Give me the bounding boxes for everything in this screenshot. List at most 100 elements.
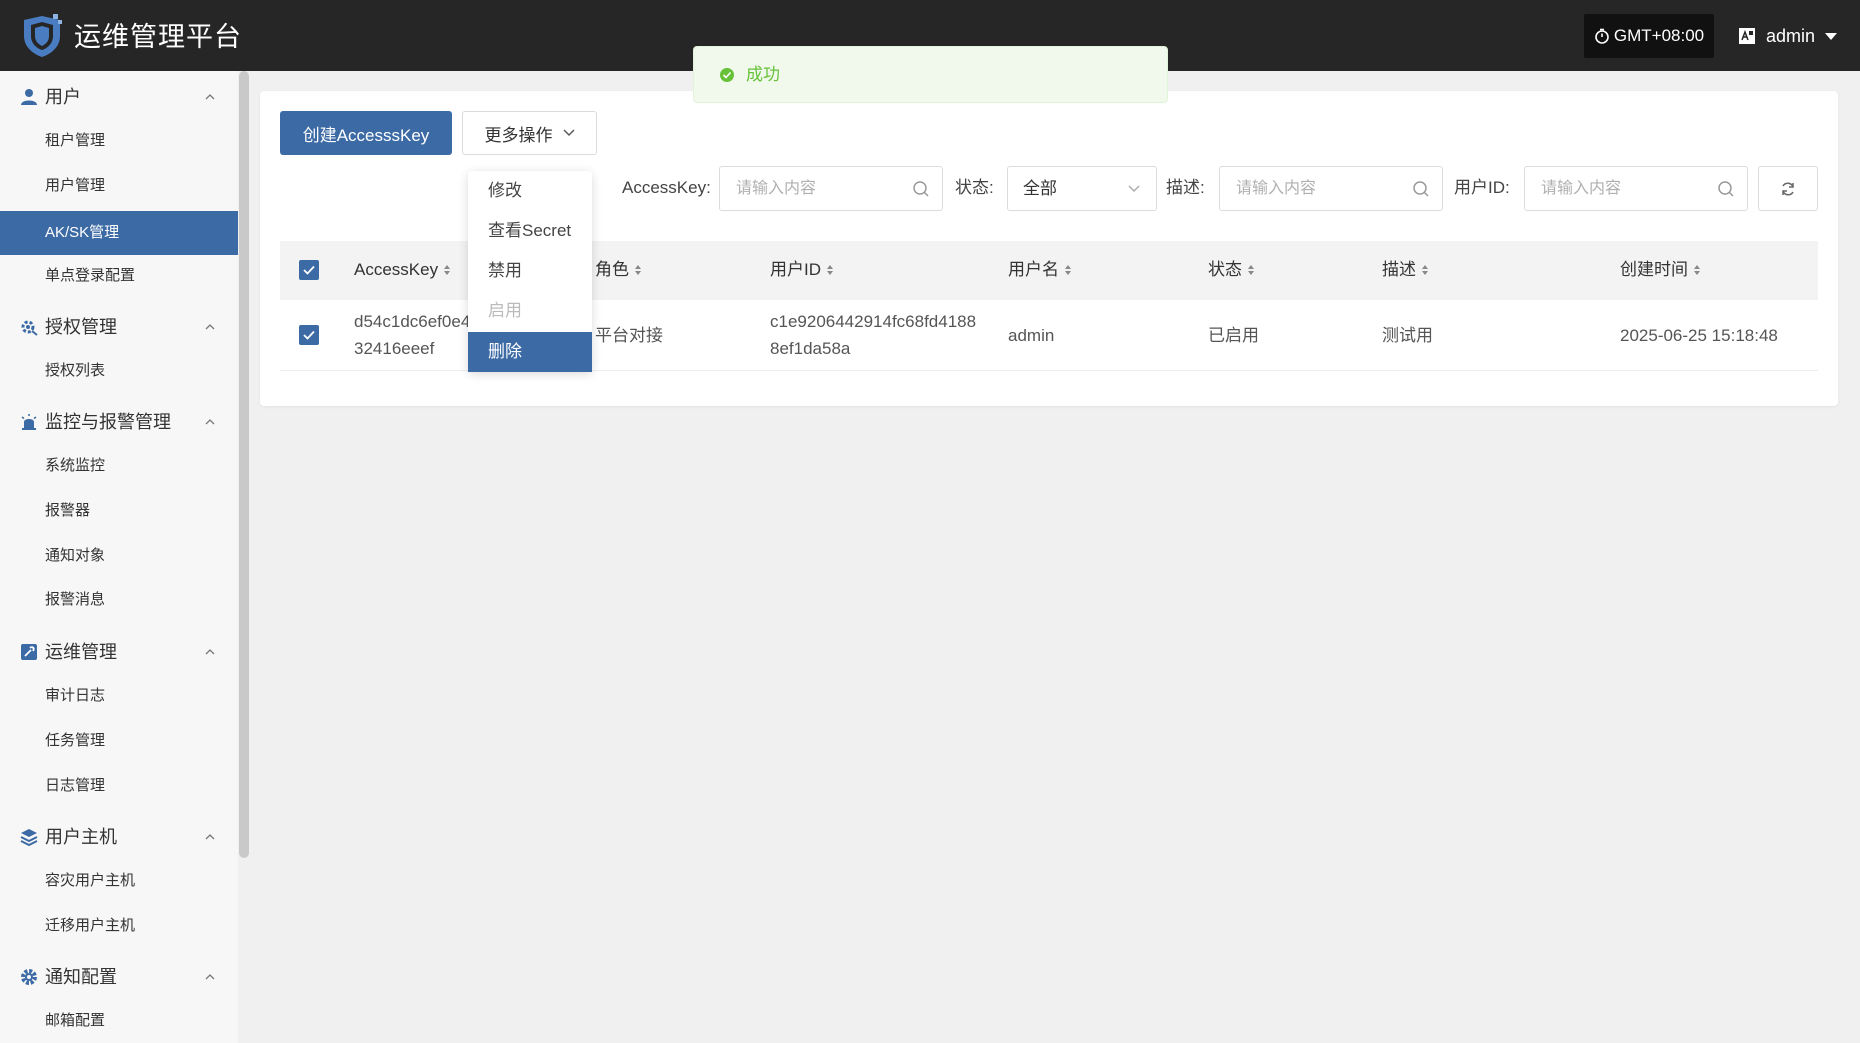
column-header-username[interactable]: 用户名 [1008,258,1072,282]
sidebar-item-audit-log[interactable]: 审计日志 [0,674,238,718]
accesskey-line1: d54c1dc6ef0e4 [354,312,471,331]
menu-item-disable[interactable]: 禁用 [468,251,592,291]
sidebar-item-label: 报警器 [45,502,91,519]
maintenance-icon [21,644,37,660]
username: admin [1766,25,1816,46]
sidebar-item-logs[interactable]: 日志管理 [0,764,238,808]
sidebar-item-users[interactable]: 用户管理 [0,164,238,208]
sidebar-group-label: 通知配置 [45,967,117,987]
cell-accesskey: d54c1dc6ef0e4 32416eeef [354,308,470,362]
accesskey-search-field[interactable] [719,166,943,211]
sidebar-item-tenant[interactable]: 租户管理 [0,119,238,163]
userid-search-input[interactable] [1539,167,1711,210]
sidebar-item-tasks[interactable]: 任务管理 [0,719,238,763]
sidebar-item-label: 日志管理 [45,777,106,794]
create-accesskey-button[interactable]: 创建AccesssKey [280,111,452,155]
layers-icon [20,829,38,846]
check-icon [303,265,315,275]
sidebar-item-migration-hosts[interactable]: 迁移用户主机 [0,904,238,948]
column-header-desc[interactable]: 描述 [1382,258,1429,282]
search-icon[interactable] [912,180,930,198]
column-header-label: 创建时间 [1620,260,1688,279]
row-checkbox[interactable] [299,325,319,345]
sidebar-group-label: 授权管理 [45,317,117,337]
refresh-button[interactable] [1758,166,1818,211]
sidebar-item-dr-hosts[interactable]: 容灾用户主机 [0,859,238,903]
sidebar-item-notify-target[interactable]: 通知对象 [0,534,238,578]
sidebar-scrollbar[interactable] [239,71,249,858]
user-icon [21,89,37,105]
userid-search-field[interactable] [1524,166,1748,211]
timezone-button[interactable]: GMT+08:00 [1584,14,1714,58]
search-icon[interactable] [1717,180,1735,198]
sidebar-group-notify-config[interactable]: 通知配置 [0,955,238,999]
sidebar-item-label: 通知对象 [45,547,106,564]
avatar-icon [1739,28,1755,44]
menu-item-view-secret[interactable]: 查看Secret [468,211,592,251]
sidebar-group-auth[interactable]: 授权管理 [0,305,238,349]
sidebar-item-aksk[interactable]: AK/SK管理 [0,211,238,255]
sidebar-group-user[interactable]: 用户 [0,75,238,119]
sidebar-group-label: 运维管理 [45,642,117,662]
gear-key-icon [21,320,38,336]
column-header-created[interactable]: 创建时间 [1620,258,1701,282]
sidebar-item-label: 授权列表 [45,362,106,379]
sidebar-item-label: 容灾用户主机 [45,872,136,889]
success-toast: 成功 [693,46,1168,103]
sidebar-item-system-monitor[interactable]: 系统监控 [0,444,238,488]
menu-item-enable: 启用 [468,291,592,331]
menu-item-delete[interactable]: 删除 [468,332,592,372]
sidebar-item-label: 系统监控 [45,457,106,474]
more-actions-button[interactable]: 更多操作 [462,111,597,155]
column-header-userid[interactable]: 用户ID [770,258,834,282]
user-menu[interactable]: admin [1738,14,1838,58]
column-header-label: 描述 [1382,260,1416,279]
sidebar-group-label: 用户 [45,87,81,107]
more-actions-menu: 修改 查看Secret 禁用 启用 删除 [468,171,592,372]
check-icon [303,330,315,340]
timer-icon [1595,28,1609,44]
chevron-down-icon [563,129,574,136]
caret-down-icon [1825,32,1838,40]
sidebar-group-hosts[interactable]: 用户主机 [0,815,238,859]
chevron-up-icon [205,834,215,840]
menu-item-label: 删除 [488,342,522,361]
menu-item-edit[interactable]: 修改 [468,171,592,211]
alarm-icon [21,414,37,430]
column-header-status[interactable]: 状态 [1208,258,1255,282]
cell-created: 2025-06-25 15:18:48 [1620,326,1778,345]
sidebar-item-sso[interactable]: 单点登录配置 [0,254,238,298]
column-header-role[interactable]: 角色 [595,258,642,282]
sidebar-item-label: 用户管理 [45,177,106,194]
sort-icon [1065,265,1071,275]
shield-logo-icon [24,14,62,57]
sort-icon [827,265,833,275]
sidebar-item-label: 审计日志 [45,687,106,704]
status-select[interactable]: 全部 [1007,166,1157,211]
filter-userid-label: 用户ID: [1454,178,1510,197]
sidebar-item-auth-list[interactable]: 授权列表 [0,349,238,393]
menu-item-label: 查看Secret [488,221,572,240]
sidebar-group-ops[interactable]: 运维管理 [0,630,238,674]
userid-line1: c1e9206442914fc68fd4188 [770,312,977,331]
select-all-checkbox[interactable] [299,260,319,280]
sidebar-item-mail-config[interactable]: 邮箱配置 [0,999,238,1043]
sidebar-item-alarm-messages[interactable]: 报警消息 [0,578,238,622]
status-select-value: 全部 [1023,179,1057,198]
desc-search-input[interactable] [1234,167,1406,210]
chevron-up-icon [205,419,215,425]
sidebar-item-alarm[interactable]: 报警器 [0,489,238,533]
search-icon[interactable] [1412,180,1430,198]
sidebar-item-label: 单点登录配置 [45,267,136,284]
sort-icon [1694,265,1700,275]
column-header-accesskey[interactable]: AccessKey [354,258,451,282]
sidebar-group-label: 用户主机 [45,827,117,847]
sidebar-group-monitor[interactable]: 监控与报警管理 [0,400,238,444]
accesskey-search-input[interactable] [734,167,906,210]
chevron-up-icon [205,94,215,100]
userid-line2: 8ef1da58a [770,339,851,358]
sort-icon [444,265,451,275]
desc-search-field[interactable] [1219,166,1443,211]
sort-icon [1248,265,1254,275]
cell-role: 平台对接 [595,326,663,345]
